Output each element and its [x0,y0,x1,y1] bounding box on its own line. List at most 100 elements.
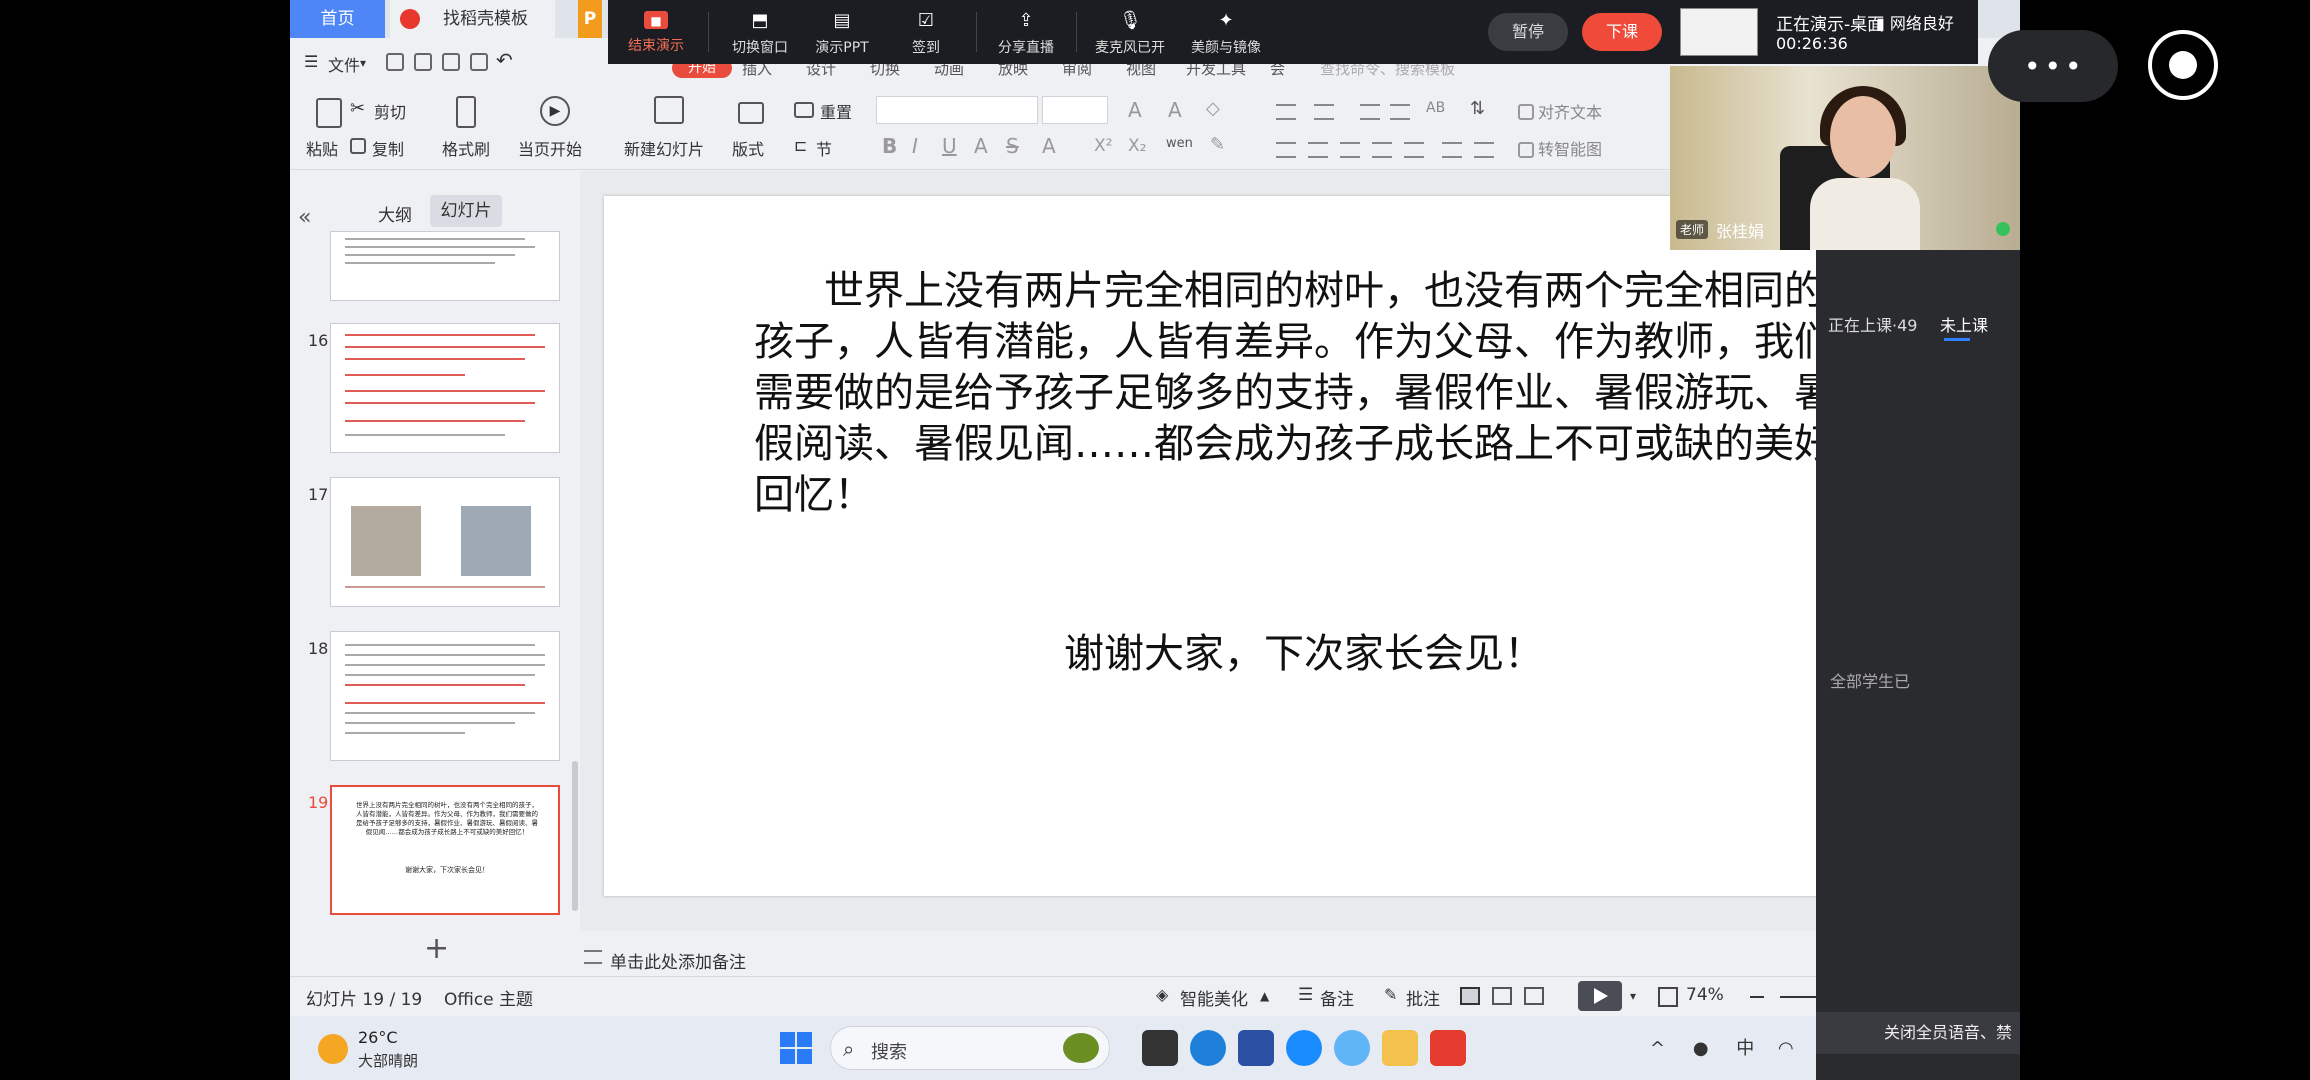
tab-template[interactable]: 找稻壳模板 [390,0,555,38]
add-slide-icon[interactable]: + [424,931,449,966]
notes-bar[interactable]: 单击此处添加备注 [580,940,2020,976]
mute-all-button[interactable]: 关闭全员语音、禁 [1816,1012,2020,1054]
zoom-slider[interactable] [1780,996,1820,998]
layout-button[interactable]: 版式 [732,136,764,160]
smart-beautify-button[interactable]: 智能美化 [1180,985,1248,1010]
comment-button[interactable]: 批注 [1406,985,1440,1010]
format-painter-button[interactable]: 格式刷 [442,136,490,160]
slide-closing-text[interactable]: 谢谢大家，下次家长会见！ [1064,621,1544,679]
copy-button[interactable]: 复制 [372,136,404,160]
present-ppt-button[interactable]: ▤ 演示PPT [794,6,890,62]
thumbnail-scrollbar[interactable] [572,761,578,911]
store-icon[interactable] [1238,1030,1274,1066]
record-overlay-button[interactable] [2148,30,2218,100]
task-view-icon[interactable] [1142,1030,1178,1066]
from-current-button[interactable]: 当页开始 [518,136,582,160]
more-options-button[interactable]: ••• [1988,30,2118,102]
theme-name[interactable]: Office 主题 [444,985,533,1010]
highlight-icon[interactable]: ✎ [1210,134,1225,155]
zoom-level[interactable]: 74% [1686,985,1724,1005]
chat-app-icon[interactable] [1334,1030,1370,1066]
decrease-indent-icon[interactable] [1360,104,1380,120]
new-slide-button[interactable]: 新建幻灯片 [624,136,704,160]
pause-button[interactable]: 暂停 [1488,13,1568,51]
preview-icon[interactable] [470,53,488,71]
print-icon[interactable] [442,53,460,71]
hamburger-icon[interactable]: ☰ [304,52,318,71]
para-spacing-icon[interactable] [1474,142,1494,158]
section-button[interactable]: 节 [816,136,832,160]
end-show-button[interactable]: ■ 结束演示 [608,6,704,62]
slide-thumbnail-16[interactable] [330,323,560,453]
numbering-icon[interactable] [1314,104,1334,120]
align-center-icon[interactable] [1308,142,1328,158]
tab-ppt[interactable]: P [578,0,602,38]
system-tray[interactable]: ^ ● 中 ◠ [1650,1034,1794,1060]
play-slideshow-button[interactable] [1578,981,1622,1011]
increase-indent-icon[interactable] [1390,104,1410,120]
menu-file[interactable]: 文件 [328,52,360,76]
file-explorer-icon[interactable] [1382,1030,1418,1066]
paste-button[interactable]: 粘贴 [306,136,338,160]
align-left-icon[interactable] [1276,142,1296,158]
superscript-button[interactable]: X² [1094,136,1112,156]
font-size-select[interactable] [1042,96,1108,124]
cut-button[interactable]: 剪切 [374,99,406,123]
align-right-icon[interactable] [1340,142,1360,158]
subscript-button[interactable]: X₂ [1128,136,1146,156]
save-icon[interactable] [386,53,404,71]
italic-button[interactable]: I [912,134,918,158]
edge-icon[interactable] [1190,1030,1226,1066]
end-class-button[interactable]: 下课 [1582,13,1662,51]
notes-button[interactable]: 备注 [1320,985,1354,1010]
notes-placeholder[interactable]: 单击此处添加备注 [610,948,746,973]
fit-window-icon[interactable] [1658,987,1678,1007]
clear-format-icon[interactable]: ◇ [1206,98,1220,119]
reset-button[interactable]: 重置 [820,99,852,123]
ie-icon[interactable] [1286,1030,1322,1066]
slide-thumbnail-17[interactable] [330,477,560,607]
zoom-out-icon[interactable] [1750,996,1764,998]
text-shadow-button[interactable]: A [974,134,988,158]
reading-view-icon[interactable] [1524,987,1544,1005]
slide-canvas[interactable]: 世界上没有两片完全相同的树叶，也没有两个完全相同的孩子，人皆有潜能，人皆有差异。… [604,196,1844,896]
normal-view-icon[interactable] [1460,987,1480,1005]
chevron-up-icon[interactable]: ^ [1650,1038,1665,1059]
slide-body-text[interactable]: 世界上没有两片完全相同的树叶，也没有两个完全相同的孩子，人皆有潜能，人皆有差异。… [754,266,1834,521]
tab-outline[interactable]: 大纲 [378,201,412,226]
strikethrough-button[interactable]: S [1006,134,1019,158]
pinyin-icon[interactable]: wen [1166,136,1193,151]
tab-slides[interactable]: 幻灯片 [430,195,502,227]
justify-icon[interactable] [1372,142,1392,158]
font-family-select[interactable] [876,96,1038,124]
desktop-preview[interactable] [1680,8,1758,56]
slide-thumbnail-15[interactable] [330,231,560,301]
collapse-panel-icon[interactable]: « [298,205,311,230]
beauty-button[interactable]: ✦ 美颜与镜像 [1178,6,1274,62]
mic-toggle-button[interactable]: 🎙 麦克风已开 [1082,6,1178,62]
share-live-button[interactable]: ⇪ 分享直播 [978,6,1074,62]
mic-tray-icon[interactable]: ● [1693,1038,1709,1059]
sort-icon[interactable]: ⇅ [1470,98,1485,119]
wifi-icon[interactable]: ◠ [1778,1038,1794,1059]
grid-view-icon[interactable] [1492,987,1512,1005]
windows-start-button[interactable] [780,1032,812,1064]
tab-in-class[interactable]: 正在上课·49 [1828,312,1917,336]
distribute-icon[interactable] [1404,142,1424,158]
text-direction-icon[interactable]: AB [1426,100,1445,116]
slide-thumbnail-19[interactable]: 世界上没有两片完全相同的树叶，也没有两个完全相同的孩子，人皆有潜能，人皆有差异。… [330,785,560,915]
shrink-font-icon[interactable]: A [1168,98,1182,122]
tab-home[interactable]: 首页 [290,0,385,38]
export-icon[interactable] [414,53,432,71]
align-text-button[interactable]: 对齐文本 [1538,99,1602,123]
ime-indicator[interactable]: 中 [1736,1038,1754,1059]
paste-icon[interactable] [316,98,342,128]
bullets-icon[interactable] [1276,104,1296,120]
grow-font-icon[interactable]: A [1128,98,1142,122]
underline-button[interactable]: U [942,134,957,158]
line-spacing-icon[interactable] [1442,142,1462,158]
undo-icon[interactable]: ↶ [496,48,513,72]
convert-smartart-button[interactable]: 转智能图 [1538,136,1602,160]
tab-not-in-class[interactable]: 未上课 [1940,312,1988,336]
font-color-icon[interactable]: A [1042,134,1056,158]
